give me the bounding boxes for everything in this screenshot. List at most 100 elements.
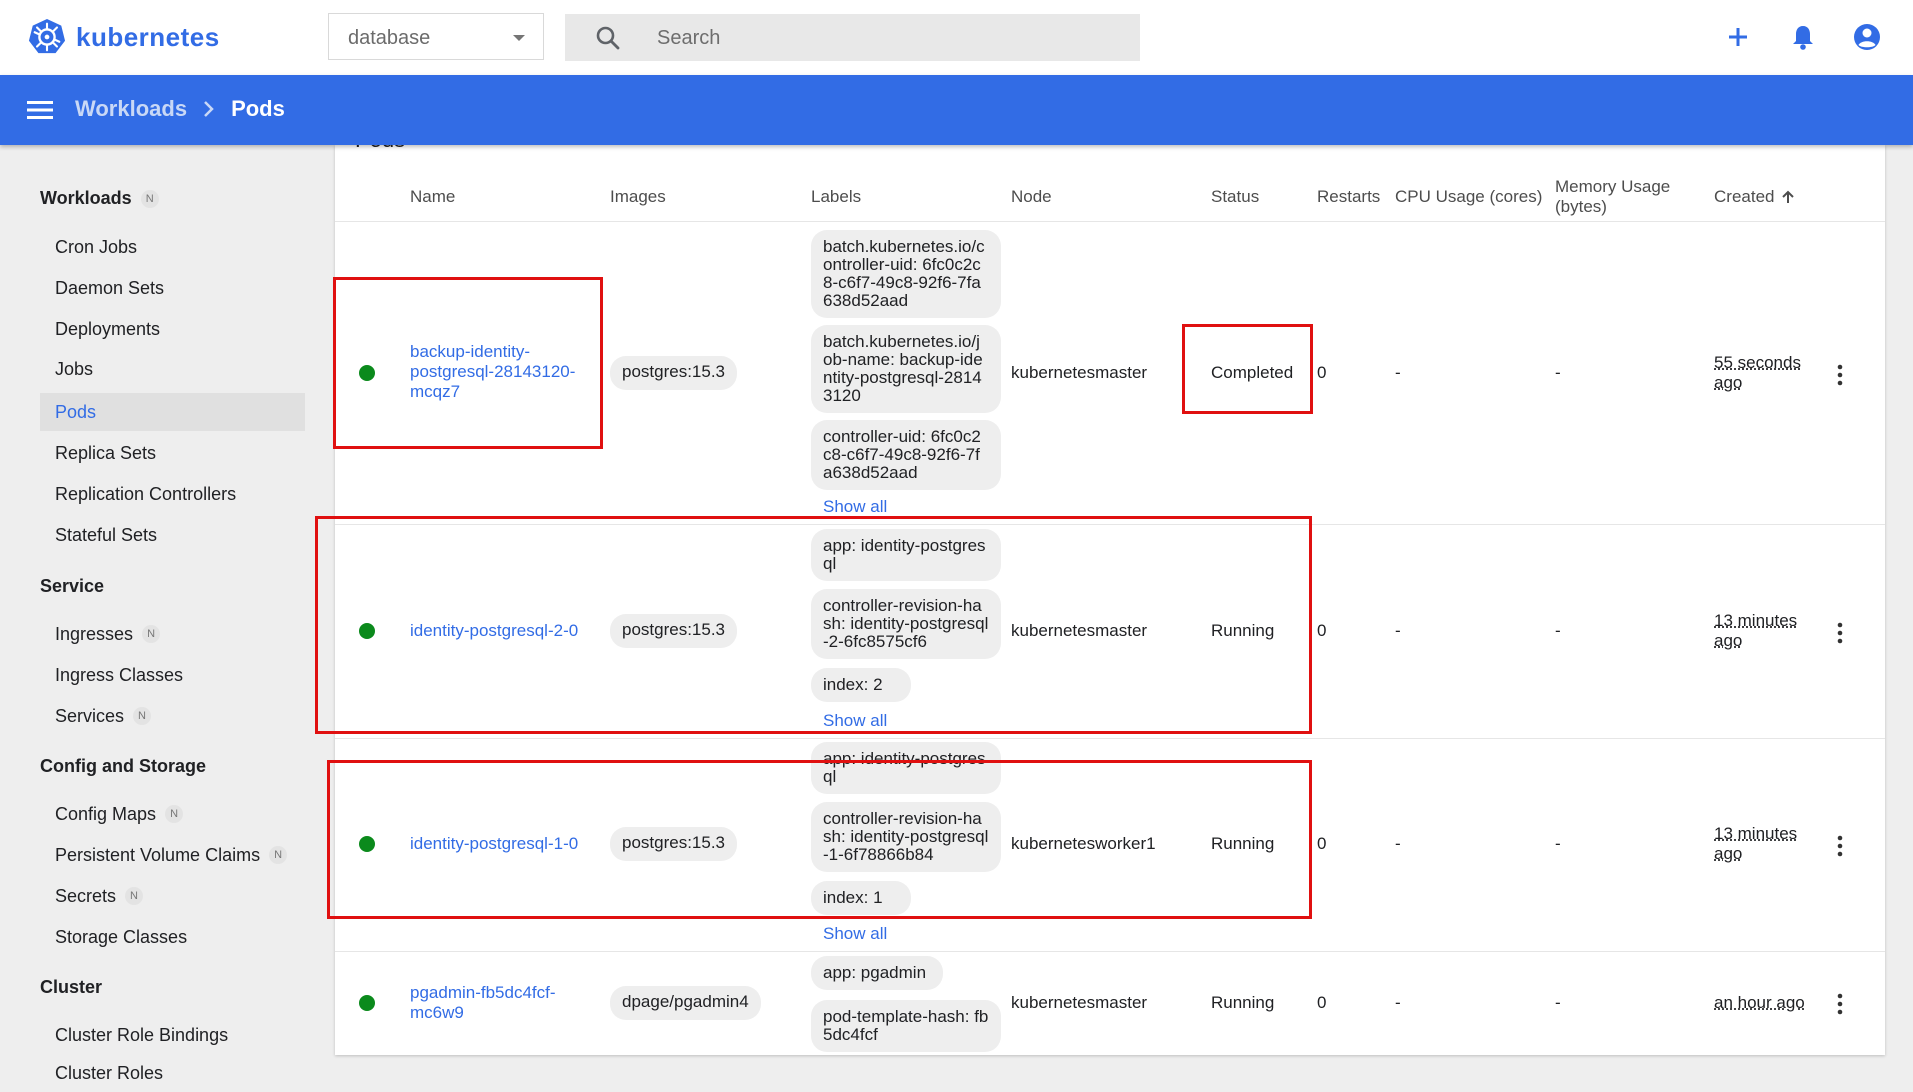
sidebar-item-secrets[interactable]: Secrets N — [40, 877, 305, 915]
kubernetes-wheel-icon — [28, 18, 66, 56]
namespace-selector[interactable]: database — [328, 13, 544, 60]
column-header-created[interactable]: Created — [1714, 187, 1796, 207]
arrow-up-icon — [1780, 189, 1796, 205]
status-cell: Running — [1211, 993, 1274, 1013]
sidebar-item-label: Jobs — [55, 359, 93, 380]
sidebar-item-jobs[interactable]: Jobs — [40, 350, 305, 388]
label-chip: controller-uid: 6fc0c2c8-c6f7-49c8-92f6-… — [811, 420, 1001, 490]
sidebar-item-label: Secrets — [55, 886, 116, 907]
column-header-node: Node — [1011, 187, 1052, 207]
node-cell: kubernetesmaster — [1011, 993, 1147, 1013]
memory-cell: - — [1555, 363, 1561, 383]
more-vert-icon[interactable] — [1836, 993, 1844, 1015]
pod-name-link[interactable]: pgadmin-fb5dc4fcf-mc6w9 — [410, 983, 580, 1023]
sidebar-item-cluster-roles[interactable]: Cluster Roles — [40, 1054, 305, 1092]
chevron-right-icon — [199, 98, 219, 120]
cpu-cell: - — [1395, 993, 1401, 1013]
created-cell: 55 seconds ago — [1714, 353, 1814, 393]
sidebar-item-ingresses[interactable]: Ingresses N — [40, 615, 305, 653]
sidebar-item-label: Ingresses — [55, 624, 133, 645]
memory-cell: - — [1555, 993, 1561, 1013]
highlight-box-status — [1182, 324, 1313, 414]
sidebar-item-replica-sets[interactable]: Replica Sets — [40, 434, 305, 472]
restarts-cell: 0 — [1317, 363, 1326, 383]
label-chip: pod-template-hash: fb5dc4fcf — [811, 1000, 1001, 1052]
cpu-cell: - — [1395, 363, 1401, 383]
more-vert-icon[interactable] — [1836, 835, 1844, 857]
search-input[interactable] — [655, 20, 1119, 56]
sidebar-section-cluster[interactable]: Cluster — [40, 977, 102, 998]
more-vert-icon[interactable] — [1836, 364, 1844, 386]
label-chip: app: pgadmin — [811, 956, 943, 990]
cpu-cell: - — [1395, 834, 1401, 854]
section-title: Config and Storage — [40, 756, 206, 777]
app-name: kubernetes — [76, 22, 220, 53]
caret-down-icon — [513, 35, 525, 41]
card-title: Pods — [355, 145, 405, 153]
sidebar-item-pods[interactable]: Pods — [40, 393, 305, 431]
breadcrumb-workloads[interactable]: Workloads — [75, 96, 187, 122]
column-header-name[interactable]: Name — [410, 187, 455, 207]
sidebar-item-replication-controllers[interactable]: Replication Controllers — [40, 475, 305, 513]
column-header-restarts: Restarts — [1317, 187, 1380, 207]
section-title: Service — [40, 576, 104, 597]
sidebar-item-config-maps[interactable]: Config Maps N — [40, 795, 305, 833]
sidebar-item-ingress-classes[interactable]: Ingress Classes — [40, 656, 305, 694]
sidebar-section-service[interactable]: Service — [40, 576, 104, 597]
restarts-cell: 0 — [1317, 834, 1326, 854]
header-divider — [335, 221, 1885, 222]
sidebar-item-label: Config Maps — [55, 804, 156, 825]
image-chip: postgres:15.3 — [610, 356, 737, 390]
section-title: Cluster — [40, 977, 102, 998]
kubernetes-logo[interactable]: kubernetes — [28, 18, 220, 56]
sidebar-nav: Workloads N Cron Jobs Daemon Sets Deploy… — [0, 145, 320, 1078]
more-vert-icon[interactable] — [1836, 622, 1844, 644]
top-bar: kubernetes database — [0, 0, 1913, 75]
created-cell: an hour ago — [1714, 993, 1814, 1013]
column-header-status[interactable]: Status — [1211, 187, 1259, 207]
namespaced-badge: N — [141, 190, 159, 208]
row-divider — [335, 951, 1885, 952]
breadcrumb-bar: Workloads Pods — [0, 75, 1913, 145]
sidebar-item-daemon-sets[interactable]: Daemon Sets — [40, 269, 305, 307]
memory-cell: - — [1555, 834, 1561, 854]
sidebar-item-label: Services — [55, 706, 124, 727]
sidebar-item-label: Replica Sets — [55, 443, 156, 464]
sidebar-item-storage-classes[interactable]: Storage Classes — [40, 918, 305, 956]
plus-icon[interactable] — [1723, 22, 1753, 52]
show-all-labels-link[interactable]: Show all — [823, 924, 887, 944]
sidebar-section-config-and-storage[interactable]: Config and Storage — [40, 756, 206, 777]
sidebar-item-label: Cluster Role Bindings — [55, 1025, 228, 1046]
column-header-labels: Labels — [811, 187, 861, 207]
created-cell: 13 minutes ago — [1714, 824, 1814, 864]
sidebar-item-stateful-sets[interactable]: Stateful Sets — [40, 516, 305, 554]
status-dot — [359, 995, 375, 1011]
show-all-labels-link[interactable]: Show all — [823, 497, 887, 517]
label-chip: batch.kubernetes.io/controller-uid: 6fc0… — [811, 230, 1001, 318]
node-cell: kubernetesmaster — [1011, 363, 1147, 383]
sidebar-item-label: Daemon Sets — [55, 278, 164, 299]
highlight-box-row-2 — [315, 516, 1312, 734]
search-bar — [565, 14, 1140, 61]
sidebar-item-label: Replication Controllers — [55, 484, 236, 505]
column-header-images: Images — [610, 187, 666, 207]
namespaced-badge: N — [165, 805, 183, 823]
column-header-cpu: CPU Usage (cores) — [1395, 187, 1542, 207]
label-chip: batch.kubernetes.io/job-name: backup-ide… — [811, 325, 1001, 413]
sidebar-item-label: Persistent Volume Claims — [55, 845, 260, 866]
search-icon[interactable] — [595, 25, 621, 51]
hamburger-menu-icon[interactable] — [27, 99, 53, 121]
memory-cell: - — [1555, 621, 1561, 641]
namespaced-badge: N — [142, 625, 160, 643]
sidebar-item-persistent-volume-claims[interactable]: Persistent Volume Claims N — [40, 836, 305, 874]
namespaced-badge: N — [125, 887, 143, 905]
sidebar-item-deployments[interactable]: Deployments — [40, 310, 305, 348]
sidebar-item-services[interactable]: Services N — [40, 697, 305, 735]
column-header-memory: Memory Usage (bytes) — [1555, 177, 1685, 217]
account-icon[interactable] — [1852, 22, 1882, 52]
highlight-box-pod-name — [333, 277, 603, 449]
sidebar-item-cron-jobs[interactable]: Cron Jobs — [40, 228, 305, 266]
sidebar-item-cluster-role-bindings[interactable]: Cluster Role Bindings — [40, 1016, 305, 1054]
sidebar-section-workloads[interactable]: Workloads N — [40, 188, 159, 209]
bell-icon[interactable] — [1788, 22, 1818, 52]
